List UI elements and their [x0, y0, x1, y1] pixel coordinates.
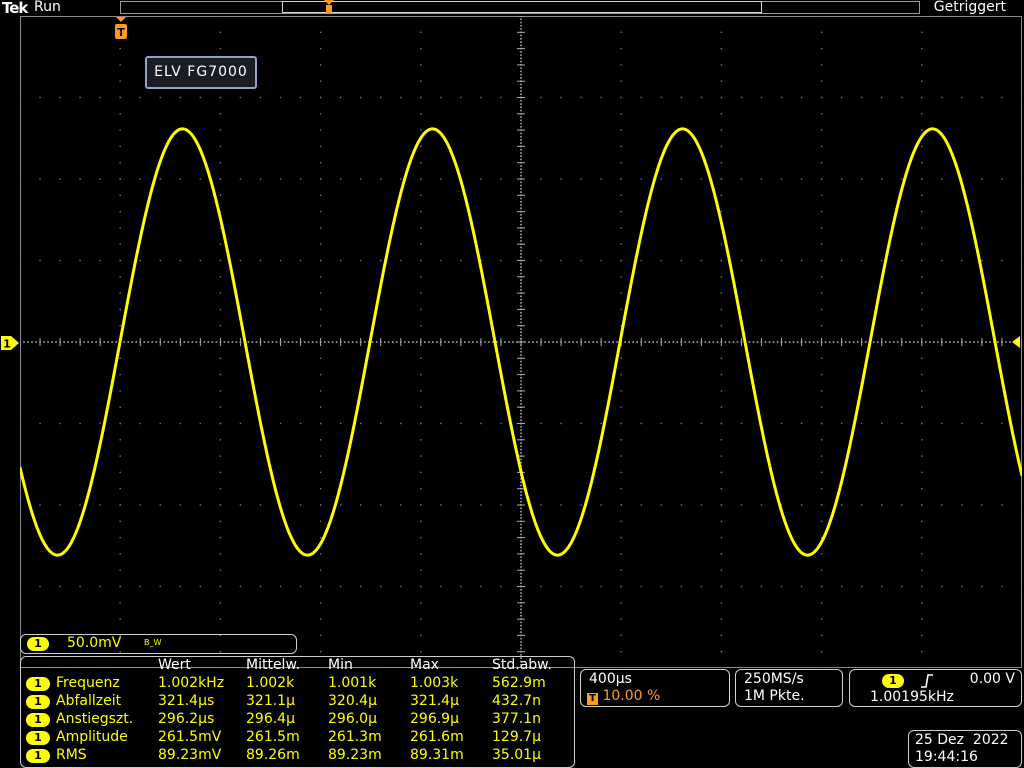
graticule [20, 16, 1022, 668]
header-min: Min [328, 657, 353, 673]
measurement-std-dev: 562.9m [492, 675, 546, 691]
measurement-value: 321.4µs [158, 693, 215, 709]
date: 25 Dez 2022 [915, 732, 1009, 748]
sample-rate: 250MS/s [744, 671, 804, 687]
measurement-value: 261.5mV [158, 729, 222, 745]
top-status-bar: Tek Run Getriggert [0, 0, 1024, 17]
trigger-state: Getriggert [933, 0, 1006, 15]
trigger-box[interactable]: 1 0.00 V 1.00195kHz [849, 669, 1022, 707]
trigger-level: 0.00 V [969, 671, 1015, 687]
measurement-min: 320.4µ [328, 693, 377, 709]
measurement-row[interactable]: 1 Anstiegszt. 296.2µs 296.4µ 296.0µ 296.9µ 377… [24, 711, 574, 729]
measurement-value: 296.2µs [158, 711, 215, 727]
acquisition-box[interactable]: 250MS/s 1M Pkte. [735, 669, 843, 707]
measurement-max: 321.4µ [410, 693, 459, 709]
measurement-ch-badge: 1 [26, 713, 50, 727]
ch1-ground-marker[interactable]: 1 [0, 334, 20, 352]
record-trigger-icon [324, 0, 334, 14]
time: 19:44:16 [915, 749, 978, 765]
measurement-min: 296.0µ [328, 711, 377, 727]
header-mittelwert: Mittelw. [246, 657, 301, 673]
measurement-row[interactable]: 1 Frequenz 1.002kHz 1.002k 1.001k 1.003k 562.9… [24, 675, 574, 693]
waveform-label[interactable]: ELV FG7000 [145, 56, 257, 89]
measurement-min: 89.23m [328, 747, 382, 763]
header-max: Max [410, 657, 439, 673]
measurement-name: Abfallzeit [56, 693, 122, 709]
brand-logo: Tek [2, 0, 28, 17]
measurement-row[interactable]: 1 RMS 89.23mV 89.26m 89.23m 89.31m 35.01µ [24, 747, 574, 765]
measurement-std-dev: 377.1n [492, 711, 541, 727]
measurement-ch-badge: 1 [26, 677, 50, 691]
date-time-box: 25 Dez 2022 19:44:16 [908, 730, 1022, 768]
measurement-row[interactable]: 1 Abfallzeit 321.4µs 321.1µ 320.4µ 321.4µ 432.… [24, 693, 574, 711]
header-wert: Wert [158, 657, 191, 673]
bandwidth-limit-icon: B_W [144, 638, 162, 647]
measurement-mean: 1.002k [246, 675, 295, 691]
measurement-mean: 321.1µ [246, 693, 295, 709]
ch1-vertical-scale: 50.0mV [67, 635, 122, 651]
measurement-std-dev: 432.7n [492, 693, 541, 709]
measurement-mean: 261.5m [246, 729, 300, 745]
measurement-ch-badge: 1 [26, 731, 50, 745]
trigger-level-icon[interactable] [1008, 336, 1022, 348]
measurement-max: 89.31m [410, 747, 464, 763]
measurement-std-dev: 35.01µ [492, 747, 541, 763]
header-std: Std.abw. [492, 657, 552, 673]
measurement-ch-badge: 1 [26, 749, 50, 763]
measurement-mean: 296.4µ [246, 711, 295, 727]
rising-edge-icon [921, 674, 933, 688]
measurement-std-dev: 129.7µ [492, 729, 541, 745]
record-view-window[interactable] [282, 1, 762, 13]
time-per-div: 400µs [589, 671, 632, 687]
measurement-row[interactable]: 1 Amplitude 261.5mV 261.5m 261.3m 261.6m 129.7… [24, 729, 574, 747]
measurement-mean: 89.26m [246, 747, 300, 763]
ch1-scale-box[interactable]: 1 50.0mV B_W [20, 634, 297, 654]
measurement-value: 89.23mV [158, 747, 222, 763]
measurement-name: RMS [56, 747, 87, 763]
trigger-frequency: 1.00195kHz [870, 689, 954, 705]
waveform-display[interactable] [20, 16, 1022, 668]
record-length: 1M Pkte. [744, 688, 805, 704]
measurement-name: Frequenz [56, 675, 120, 691]
measurement-max: 261.6m [410, 729, 464, 745]
trigger-badge-icon: T [587, 693, 598, 705]
svg-text:1: 1 [3, 338, 11, 351]
measurement-value: 1.002kHz [158, 675, 225, 691]
horizontal-position-value: 10.00 % [602, 688, 661, 704]
trigger-source-badge: 1 [882, 674, 904, 688]
measurement-max: 1.003k [410, 675, 459, 691]
measurement-name: Anstiegszt. [56, 711, 134, 727]
ch1-badge: 1 [27, 637, 49, 651]
measurement-min: 261.3m [328, 729, 382, 745]
run-state[interactable]: Run [34, 0, 61, 15]
measurement-min: 1.001k [328, 675, 377, 691]
horizontal-position: T 10.00 % [587, 688, 660, 705]
measurement-ch-badge: 1 [26, 695, 50, 709]
measurement-max: 296.9µ [410, 711, 459, 727]
measurement-name: Amplitude [56, 729, 128, 745]
horizontal-settings-box[interactable]: 400µs T 10.00 % [580, 669, 730, 707]
